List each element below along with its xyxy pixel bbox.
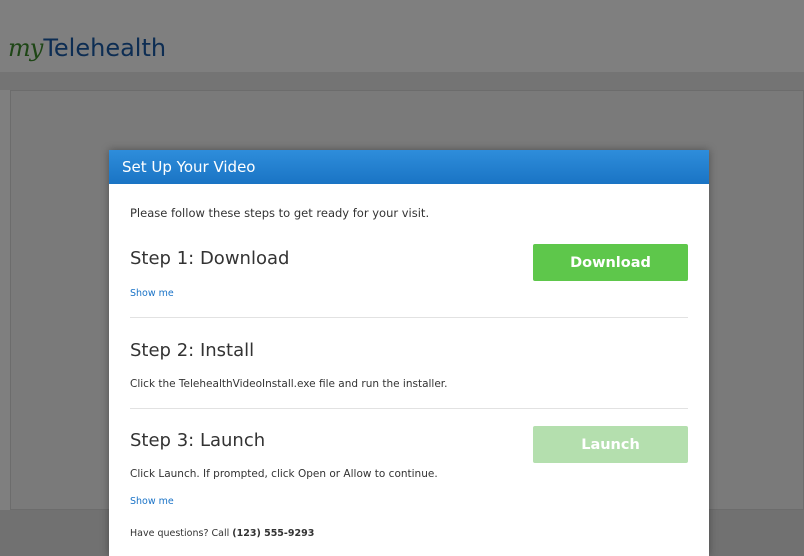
- setup-video-modal: Set Up Your Video Please follow these st…: [109, 150, 709, 556]
- step-3-description: Click Launch. If prompted, click Open or…: [130, 468, 438, 480]
- step-download: Step 1: Download Show me Download: [130, 244, 688, 304]
- download-button[interactable]: Download: [533, 244, 688, 281]
- launch-button[interactable]: Launch: [533, 426, 688, 463]
- step-2-title: Step 2: Install: [130, 340, 255, 361]
- step-3-show-me-link[interactable]: Show me: [130, 496, 174, 507]
- support-phone-number[interactable]: (123) 555-9293: [232, 528, 314, 539]
- step-install: Step 2: Install Click the TelehealthVide…: [130, 336, 688, 390]
- modal-intro-text: Please follow these steps to get ready f…: [130, 206, 430, 220]
- step-1-show-me-link[interactable]: Show me: [130, 288, 174, 299]
- step-2-description: Click the TelehealthVideoInstall.exe fil…: [130, 378, 448, 390]
- step-divider-1: [130, 317, 688, 318]
- step-divider-2: [130, 408, 688, 409]
- step-launch: Step 3: Launch Click Launch. If prompted…: [130, 426, 688, 516]
- questions-label: Have questions? Call: [130, 528, 233, 539]
- modal-header: Set Up Your Video: [109, 150, 709, 184]
- questions-text: Have questions? Call (123) 555-9293: [130, 528, 314, 539]
- modal-title: Set Up Your Video: [122, 158, 256, 176]
- step-1-title: Step 1: Download: [130, 248, 290, 269]
- step-3-title: Step 3: Launch: [130, 430, 266, 451]
